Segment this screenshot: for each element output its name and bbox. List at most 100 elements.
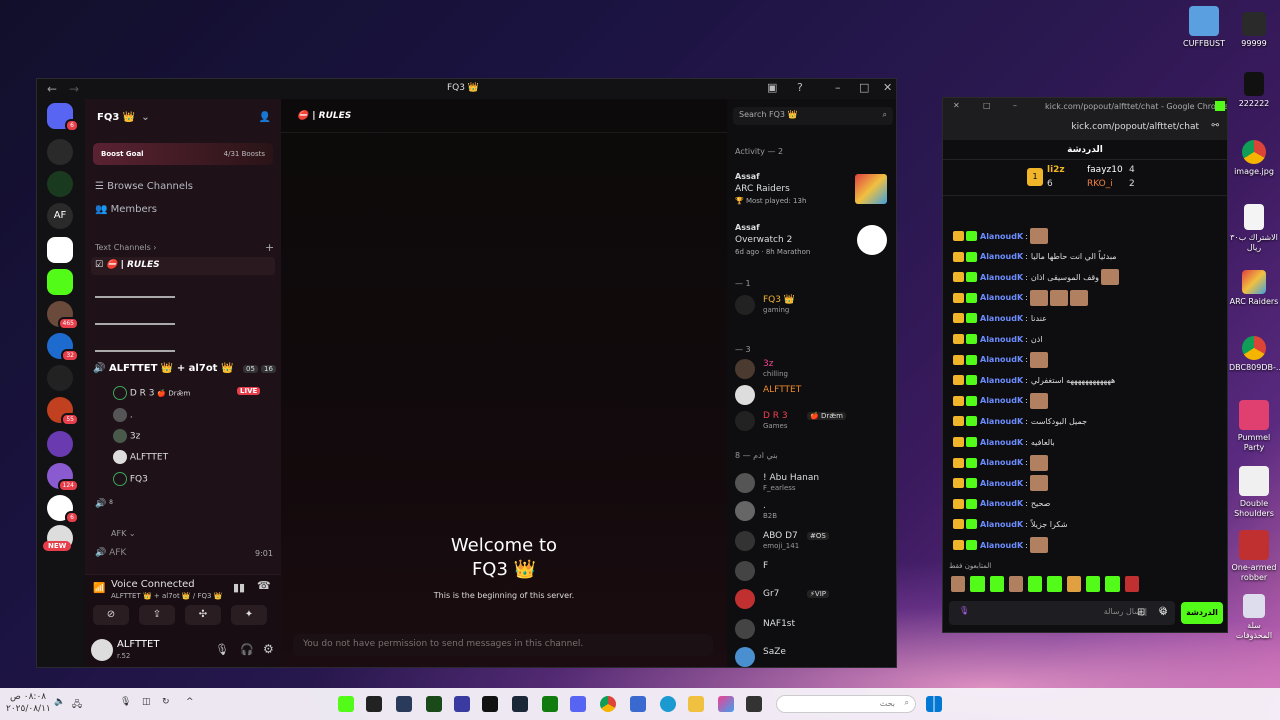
steam-icon[interactable] <box>512 696 528 712</box>
member-row[interactable]: 3z chilling <box>735 359 890 381</box>
copilot-icon[interactable] <box>718 696 734 712</box>
chat-username[interactable]: AlanoudK <box>980 314 1023 323</box>
settings-gear-icon[interactable]: ⚙ <box>1159 607 1168 618</box>
emote-icon[interactable] <box>1066 576 1082 592</box>
taskbar-search[interactable]: بحث ⌕ <box>776 695 916 713</box>
inbox-icon[interactable]: ▣ <box>767 81 777 94</box>
minimize-icon[interactable]: – <box>1013 101 1017 110</box>
rules-channel[interactable]: ☑ ⛔ | RULES <box>91 257 275 275</box>
kick-server-icon[interactable] <box>47 269 73 295</box>
desktop-icon-pummel-party[interactable]: Pummel Party <box>1229 400 1279 453</box>
tray-app-icon[interactable]: ↻ <box>162 697 170 707</box>
voice-user[interactable]: FQ3 <box>113 472 148 486</box>
soundboard-button[interactable]: ✦ <box>231 605 267 625</box>
chrome-icon[interactable] <box>600 696 616 712</box>
desktop-icon-cuffbust[interactable]: CUFFBUST <box>1179 6 1229 49</box>
leader-name[interactable]: li2z <box>1047 165 1065 175</box>
headphones-icon[interactable]: 🎧 <box>240 643 254 656</box>
epic-games-icon[interactable] <box>482 696 498 712</box>
leader-name[interactable]: faayz10 <box>1087 165 1123 175</box>
minimize-icon[interactable]: – <box>835 81 841 94</box>
chat-username[interactable]: AlanoudK <box>980 376 1023 385</box>
chat-username[interactable]: AlanoudK <box>980 499 1023 508</box>
voice-user[interactable]: . <box>113 408 133 422</box>
send-button[interactable]: الدردشة <box>1181 602 1223 624</box>
help-icon[interactable]: ? <box>797 81 803 94</box>
search-input[interactable]: Search FQ3 👑 ⌕ <box>733 107 893 125</box>
server-icon-af[interactable]: AF <box>47 203 73 229</box>
tune-icon[interactable]: ⚯ <box>1211 121 1219 131</box>
close-icon[interactable]: ✕ <box>883 81 892 94</box>
back-arrow-icon[interactable]: ← <box>47 82 57 96</box>
server-icon[interactable]: 465 <box>47 301 79 330</box>
member-row[interactable]: ABO D7 #OS emoji_141 <box>735 531 890 553</box>
emote-icon[interactable] <box>951 576 966 592</box>
desktop-icon-subscription[interactable]: الاشتراك ب٣٠ ريال <box>1229 204 1279 253</box>
server-icon[interactable] <box>47 171 73 197</box>
member-row[interactable]: NAF1st <box>735 619 890 641</box>
desktop-icon-dbc[interactable]: DBC809DB-... <box>1229 336 1280 373</box>
browse-channels-link[interactable]: ☰ Browse Channels <box>95 181 193 192</box>
chat-username[interactable]: AlanoudK <box>980 396 1023 405</box>
emote-icon[interactable] <box>970 576 985 592</box>
member-row[interactable]: FQ3 👑 gaming <box>735 295 890 317</box>
server-icon[interactable] <box>47 365 73 391</box>
chat-username[interactable]: AlanoudK <box>980 335 1023 344</box>
camera-off-button[interactable]: ⊘ <box>93 605 129 625</box>
forward-arrow-icon[interactable]: → <box>69 82 79 96</box>
clock-time[interactable]: ٠٨:٠٨ ص <box>10 692 46 702</box>
server-icon[interactable] <box>47 431 73 457</box>
server-icon[interactable]: 124 <box>47 463 79 492</box>
chat-username[interactable]: AlanoudK <box>980 232 1023 241</box>
desktop-icon-99999[interactable]: 99999 <box>1229 12 1279 49</box>
gift-icon[interactable]: ⊞ <box>1137 607 1145 618</box>
add-channel-icon[interactable]: + <box>265 241 274 254</box>
windows-start-icon[interactable] <box>926 696 942 712</box>
boost-goal-bar[interactable]: Boost Goal 4/31 Boosts <box>93 143 273 165</box>
taskbar-app-icon[interactable] <box>746 696 762 712</box>
leader-name[interactable]: RKO_i <box>1087 179 1113 189</box>
members-link[interactable]: 👥 Members <box>95 204 157 215</box>
taskbar-app-icon[interactable] <box>366 696 382 712</box>
chat-username[interactable]: AlanoudK <box>980 541 1023 550</box>
emote-icon[interactable] <box>989 576 1004 592</box>
desktop-icon-arc-raiders[interactable]: ARC Raiders <box>1229 270 1279 307</box>
invite-icon[interactable]: 👤 <box>259 112 271 123</box>
member-row[interactable]: F <box>735 561 890 583</box>
server-icon[interactable]: 55 <box>47 397 79 426</box>
server-icon-active[interactable] <box>47 237 73 263</box>
chat-username[interactable]: AlanoudK <box>980 273 1023 282</box>
chevron-up-icon[interactable]: ^ <box>186 697 194 707</box>
voice-channel[interactable]: 🔊 ALFTTET 👑 + al7ot 👑 <box>93 363 233 374</box>
server-icon[interactable]: 32 <box>47 333 79 362</box>
emote-icon[interactable] <box>1086 576 1101 592</box>
emote-icon[interactable] <box>1105 576 1120 592</box>
avatar[interactable] <box>91 639 113 661</box>
desktop-icon-222222[interactable]: 222222 <box>1229 72 1279 109</box>
mic-icon[interactable]: 🎙 <box>215 643 229 656</box>
activity-button[interactable]: ✣ <box>185 605 221 625</box>
emote-icon[interactable] <box>1047 576 1062 592</box>
desktop-icon-image[interactable]: image.jpg <box>1229 140 1279 177</box>
network-icon[interactable]: 🖧 <box>72 697 82 713</box>
taskbar-app-icon[interactable] <box>396 696 412 712</box>
desktop-icon-double-shoulders[interactable]: Double Shoulders <box>1229 466 1279 519</box>
discord-home-icon[interactable]: 6 <box>47 103 79 132</box>
chat-username[interactable]: AlanoudK <box>980 355 1023 364</box>
noise-icon[interactable]: ▮▮ <box>233 581 245 594</box>
store-icon[interactable] <box>630 696 646 712</box>
afk-channel[interactable]: 🔊 AFK <box>95 548 126 558</box>
mic-icon[interactable]: 🎙 <box>959 606 969 615</box>
taskbar-app-icon[interactable] <box>454 696 470 712</box>
voice-channel-small[interactable]: 🔊 8 <box>95 499 113 509</box>
chat-username[interactable]: AlanoudK <box>980 479 1023 488</box>
taskbar-app-icon[interactable] <box>426 696 442 712</box>
afk-category[interactable]: AFK ⌄ <box>111 529 136 538</box>
close-icon[interactable]: ✕ <box>953 101 960 110</box>
chat-username[interactable]: AlanoudK <box>980 520 1023 529</box>
voice-connected-label[interactable]: Voice Connected <box>111 579 195 590</box>
chat-username[interactable]: AlanoudK <box>980 417 1023 426</box>
voice-user[interactable]: 3z <box>113 429 140 443</box>
member-row[interactable]: D R 3 🍎 Drǣm Games <box>735 411 890 433</box>
maximize-icon[interactable]: □ <box>983 101 991 110</box>
